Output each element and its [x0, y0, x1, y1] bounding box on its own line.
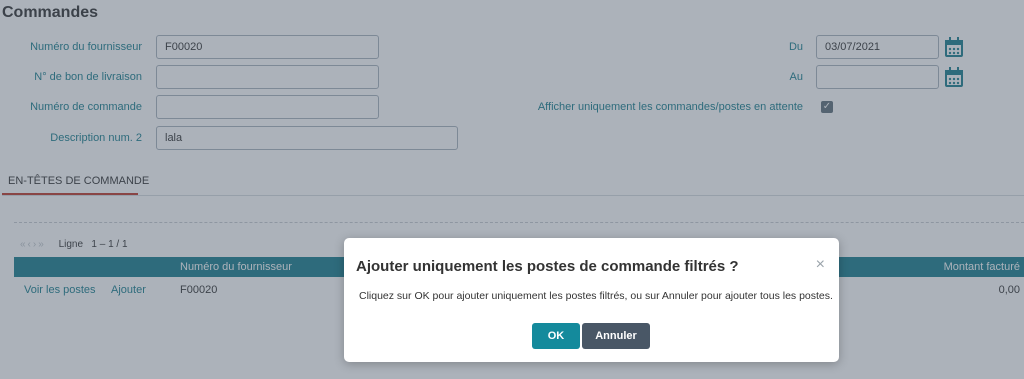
confirm-dialog: Ajouter uniquement les postes de command…	[344, 238, 839, 362]
close-icon[interactable]: ×	[816, 256, 825, 274]
ok-button[interactable]: OK	[532, 323, 580, 349]
cancel-button[interactable]: Annuler	[582, 323, 650, 349]
dialog-message: Cliquez sur OK pour ajouter uniquement l…	[359, 290, 833, 302]
dialog-title: Ajouter uniquement les postes de command…	[356, 258, 739, 275]
